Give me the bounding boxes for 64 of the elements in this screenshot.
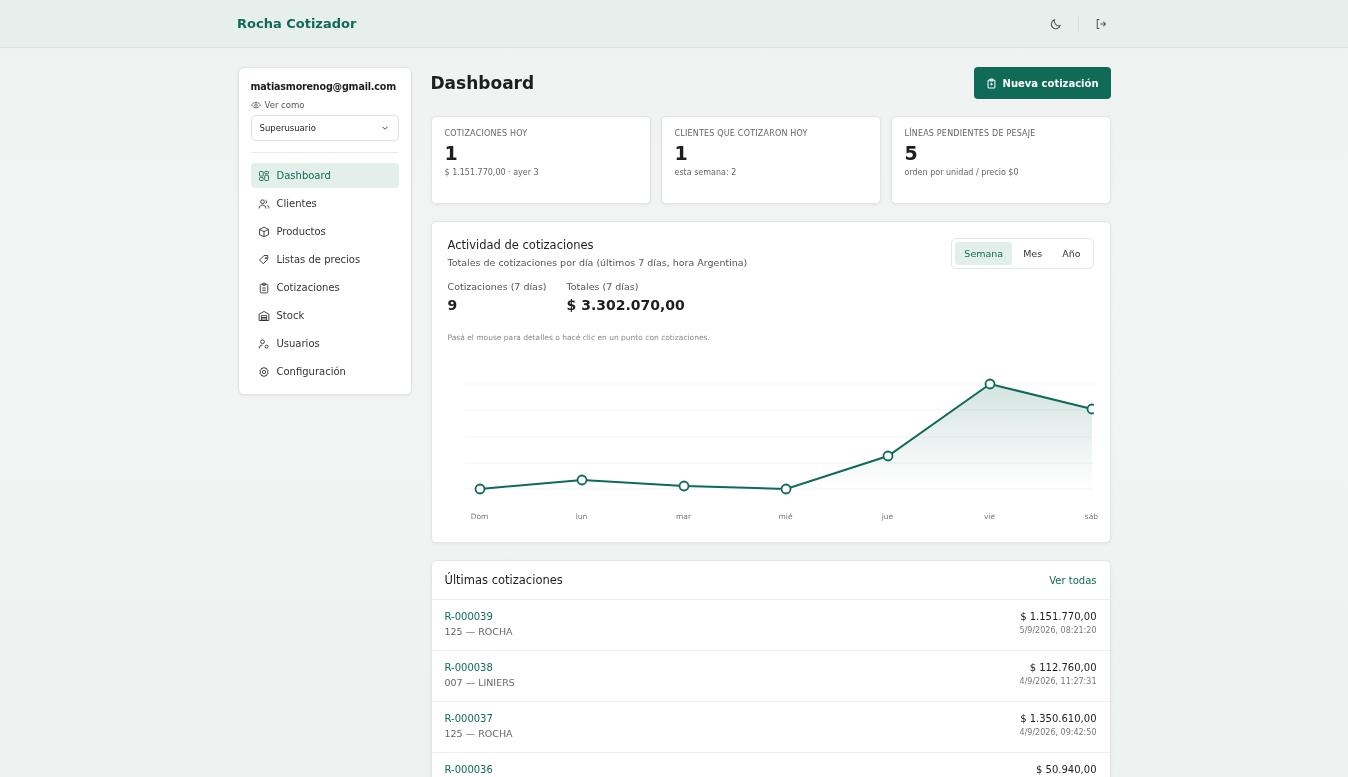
box-icon <box>257 225 270 238</box>
stat-note: $ 1.151.770,00 · ayer 3 <box>444 168 540 177</box>
app-title: Rocha Cotizador <box>237 16 358 31</box>
data-point[interactable] <box>1086 403 1094 415</box>
sidebar-item[interactable]: Cotizaciones <box>250 275 399 300</box>
client-name: 007 — LINIERS <box>444 677 515 688</box>
sidebar-item[interactable]: Configuración <box>250 359 399 384</box>
quote-amount: $ 50.940,00 <box>1036 764 1097 775</box>
stat-value: 5 <box>904 142 919 164</box>
range-tab[interactable]: Mes <box>1014 242 1052 265</box>
data-point[interactable] <box>474 483 485 495</box>
sidebar-item[interactable]: Stock <box>250 303 399 328</box>
card-title: Actividad de cotizaciones <box>447 238 595 252</box>
card-title: Últimas cotizaciones <box>444 573 563 587</box>
users-icon <box>257 197 270 210</box>
metric-value: 9 <box>447 297 459 313</box>
stat-value: 1 <box>674 142 689 164</box>
clipboard-icon <box>257 281 270 294</box>
client-name: 125 — ROCHA <box>444 626 513 637</box>
quote-amount: $ 112.760,00 <box>1029 662 1097 673</box>
range-tab[interactable]: Año <box>1053 242 1090 265</box>
page-title: Dashboard <box>430 73 535 93</box>
view-all-link[interactable]: Ver todas <box>1049 574 1097 586</box>
stat-label: LÍNEAS PENDIENTES DE PESAJE <box>904 129 1037 138</box>
quote-link[interactable]: R-000038 <box>444 662 515 673</box>
data-point[interactable] <box>576 474 587 486</box>
sidebar-item[interactable]: Listas de precios <box>250 247 399 272</box>
stat-note: esta semana: 2 <box>674 168 738 177</box>
grid-icon <box>257 169 270 182</box>
client-name: 125 — ROCHA <box>444 728 513 739</box>
metric-value: $ 3.302.070,00 <box>566 297 685 313</box>
quote-amount: $ 1.151.770,00 <box>1020 611 1097 622</box>
settings-icon <box>257 365 270 378</box>
data-point[interactable] <box>678 480 689 492</box>
role-select[interactable]: Superusuario <box>250 115 399 141</box>
sidebar-item[interactable]: Usuarios <box>250 331 399 356</box>
stat-label: COTIZACIONES HOY <box>444 129 529 138</box>
data-point[interactable] <box>882 450 893 462</box>
range-tab[interactable]: Semana <box>955 242 1013 265</box>
user-email: matiasmorenog@gmail.com <box>250 81 397 92</box>
metric-label: Cotizaciones (7 días) <box>447 281 547 292</box>
view-as-label: Ver como <box>264 100 305 110</box>
quote-date: 4/9/2026, 09:42:50 <box>1019 728 1097 737</box>
clipboard-icon <box>985 77 997 89</box>
data-point[interactable] <box>780 483 791 495</box>
card-subtitle: Totales de cotizaciones por día (últimos 7 días, hora Argentina) <box>447 257 748 268</box>
new-quote-button[interactable]: Nueva cotización <box>973 67 1111 99</box>
stat-value: 1 <box>444 142 459 164</box>
stat-note: orden por unidad / precio $0 <box>904 168 1020 177</box>
quote-amount: $ 1.350.610,00 <box>1020 713 1097 724</box>
data-point[interactable] <box>984 378 995 390</box>
quote-date: 5/9/2026, 08:21:20 <box>1019 626 1097 635</box>
eye-icon <box>250 100 261 110</box>
quote-link[interactable]: R-000039 <box>444 611 513 622</box>
sidebar-item[interactable]: Clientes <box>250 191 399 216</box>
tag-icon <box>257 253 270 266</box>
quote-link[interactable]: R-000037 <box>444 713 513 724</box>
sidebar-item[interactable]: Productos <box>250 219 399 244</box>
sidebar-item[interactable]: Dashboard <box>250 163 399 188</box>
warehouse-icon <box>257 309 270 322</box>
stat-label: CLIENTES QUE COTIZARON HOY <box>674 129 809 138</box>
quote-link[interactable]: R-000036 <box>444 764 493 775</box>
quote-date: 4/9/2026, 11:27:31 <box>1019 677 1097 686</box>
metric-label: Totales (7 días) <box>566 281 640 292</box>
